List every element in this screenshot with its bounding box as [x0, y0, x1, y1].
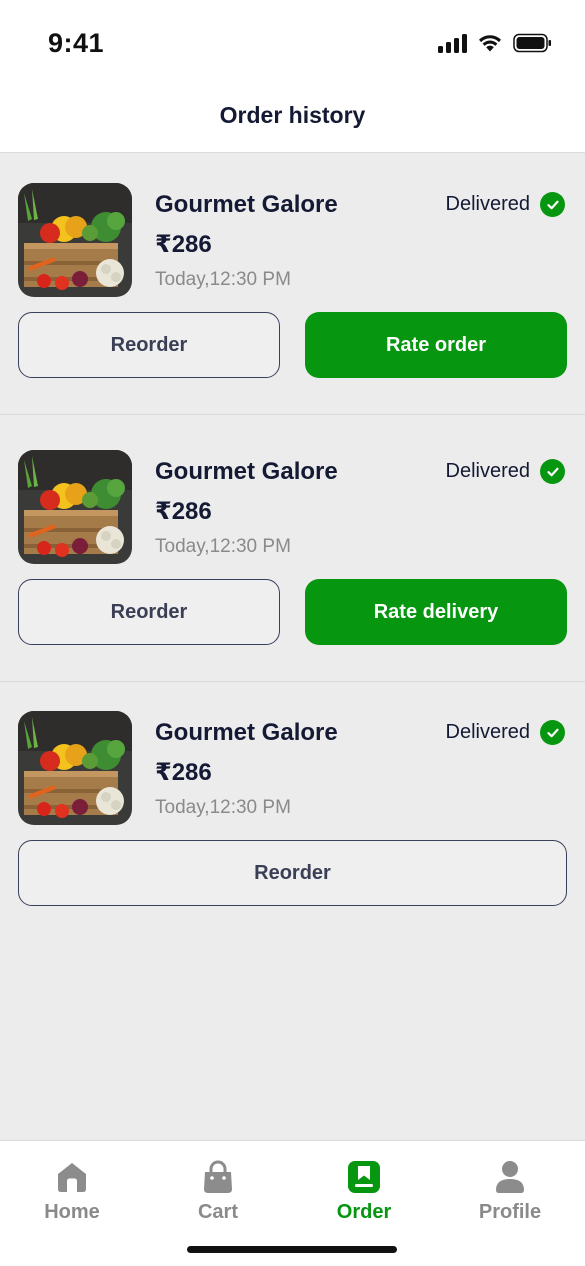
nav-label: Home [44, 1201, 100, 1223]
status-bar: 9:41 [0, 0, 585, 88]
status-label: Delivered [445, 721, 530, 743]
nav-item-profile[interactable]: Profile [455, 1159, 565, 1224]
header: Order history [0, 88, 585, 153]
rate-order-button[interactable]: Rate order [305, 312, 567, 378]
status-badge: Delivered [446, 720, 565, 745]
profile-icon [496, 1161, 524, 1193]
nav-item-order[interactable]: Order [309, 1159, 419, 1224]
rate-delivery-button[interactable]: Rate delivery [305, 579, 567, 645]
home-icon [58, 1163, 86, 1192]
status-icons [438, 33, 553, 53]
battery-icon [513, 33, 551, 53]
order-card: Gourmet Galore ₹286 Today,12:30 PM Deliv… [0, 415, 585, 682]
store-thumbnail[interactable] [18, 711, 132, 825]
store-name: Gourmet Galore [155, 719, 338, 746]
cart-bag-icon [204, 1160, 232, 1193]
status-badge: Delivered [446, 459, 565, 484]
nav-label: Order [336, 1201, 392, 1223]
store-thumbnail[interactable] [18, 450, 132, 564]
order-price: ₹286 [155, 759, 212, 786]
status-time: 9:41 [48, 28, 105, 58]
page-title: Order history [219, 102, 366, 128]
reorder-button[interactable]: Reorder [18, 840, 567, 906]
nav-item-home[interactable]: Home [17, 1159, 127, 1224]
order-bookmark-icon [348, 1161, 380, 1193]
order-time: Today,12:30 PM [155, 269, 291, 290]
status-label: Delivered [445, 460, 530, 482]
check-circle-icon [540, 720, 565, 745]
status-badge: Delivered [446, 192, 565, 217]
store-name: Gourmet Galore [155, 191, 338, 218]
order-time: Today,12:30 PM [155, 536, 291, 557]
order-history-screen: 9:41 Order history Gourmet Galore ₹286 T… [0, 0, 585, 1266]
reorder-button[interactable]: Reorder [18, 579, 280, 645]
home-indicator[interactable] [187, 1246, 397, 1253]
status-label: Delivered [445, 193, 530, 215]
store-thumbnail[interactable] [18, 183, 132, 297]
nav-item-cart[interactable]: Cart [163, 1159, 273, 1224]
check-circle-icon [540, 459, 565, 484]
cellular-signal-icon [438, 33, 467, 53]
order-time: Today,12:30 PM [155, 797, 291, 818]
nav-label: Profile [478, 1201, 542, 1223]
order-card: Gourmet Galore ₹286 Today,12:30 PM Deliv… [0, 682, 585, 922]
check-circle-icon [540, 192, 565, 217]
reorder-button[interactable]: Reorder [18, 312, 280, 378]
wifi-icon [479, 35, 501, 52]
order-price: ₹286 [155, 231, 212, 258]
order-card: Gourmet Galore ₹286 Today,12:30 PM Deliv… [0, 153, 585, 415]
order-price: ₹286 [155, 498, 212, 525]
nav-label: Cart [197, 1201, 238, 1223]
store-name: Gourmet Galore [155, 458, 338, 485]
